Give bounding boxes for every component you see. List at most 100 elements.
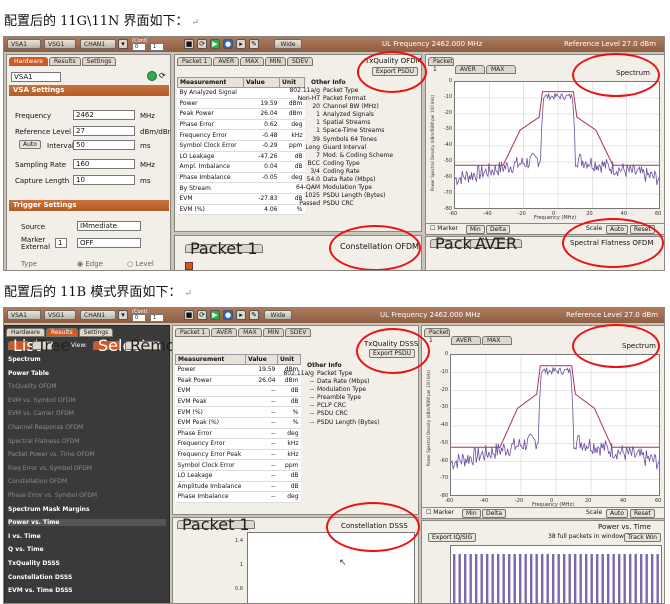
result-list-item[interactable]: EVM vs. Carrier OFDM: [8, 410, 74, 417]
tab-max[interactable]: MAX: [238, 328, 262, 337]
result-list-item[interactable]: Phase Error vs. Symbol OFDM: [8, 492, 97, 499]
vsa-select[interactable]: VSA1: [11, 72, 61, 82]
track-win-button[interactable]: Track Win: [624, 533, 661, 542]
tab-aver-spectrum[interactable]: AVER: [455, 65, 485, 74]
result-list-item[interactable]: Freq Error vs. Symbol OFDM: [8, 465, 92, 472]
result-list-item[interactable]: I vs. Time: [8, 533, 41, 540]
tab-aver-spectrum[interactable]: AVER: [451, 336, 481, 345]
tab-max[interactable]: MAX: [240, 57, 264, 66]
marker-checkbox[interactable]: ☐ Marker: [426, 509, 454, 516]
spin-value-b[interactable]: 1: [150, 314, 164, 322]
remove-button[interactable]: Remove: [125, 338, 195, 354]
checkbox-icon[interactable]: [185, 262, 193, 270]
tab-packet1-bottom[interactable]: Packet 1: [185, 241, 263, 257]
marker-delta-button[interactable]: Delta: [486, 225, 511, 234]
stop-icon[interactable]: ■: [184, 39, 194, 49]
tab-aver[interactable]: AVER: [213, 57, 240, 66]
trigger-type-edge[interactable]: ◉ Edge: [77, 260, 103, 268]
marker-external-label: Marker External: [21, 236, 51, 251]
play-icon[interactable]: ▶: [210, 39, 220, 49]
spin-value-a[interactable]: 0: [132, 43, 146, 51]
result-list-item[interactable]: Constellation DSSS: [8, 574, 72, 581]
single-shot-icon[interactable]: ▸: [236, 310, 246, 320]
record-icon[interactable]: ●: [223, 310, 233, 320]
tab-chan1[interactable]: CHAN1: [80, 39, 116, 49]
tab-packet1-bottom[interactable]: Packet 1: [177, 517, 255, 533]
measurement-value: -47.26: [243, 151, 280, 163]
trigger-type-level[interactable]: ○ Level: [127, 260, 154, 268]
chevron-down-icon[interactable]: ▾: [118, 39, 128, 49]
tab-hardware[interactable]: Hardware: [9, 57, 48, 66]
scale-reset-button[interactable]: Reset: [630, 509, 655, 518]
tab-aver-flatness[interactable]: AVER: [470, 236, 523, 252]
result-list-item[interactable]: Power Table: [8, 370, 49, 377]
spin-value-a[interactable]: 0: [132, 314, 146, 322]
marker-checkbox[interactable]: ☐ Marker: [430, 225, 458, 232]
result-list-item[interactable]: Q vs. Time: [8, 546, 44, 553]
chevron-down-icon[interactable]: ▾: [118, 310, 128, 320]
tab-max-spectrum[interactable]: MAX: [486, 65, 516, 74]
stop-icon[interactable]: ■: [184, 310, 194, 320]
result-list-item[interactable]: Spectral Flatness OFDM: [8, 438, 79, 445]
tab-sdev[interactable]: SDEV: [287, 57, 314, 66]
tab-results[interactable]: Results: [48, 57, 81, 66]
result-list-item[interactable]: EVM vs. Time DSSS: [8, 587, 73, 594]
select-button[interactable]: Select: [93, 338, 147, 354]
trigger-source-select[interactable]: IMmediate: [77, 221, 141, 231]
result-list-item[interactable]: TxQuality DSSS: [8, 560, 60, 567]
interval-input[interactable]: 50: [73, 140, 135, 150]
result-list-item[interactable]: Channel Response OFDM: [8, 424, 83, 431]
refresh-icon[interactable]: ⟳: [197, 39, 207, 49]
marker-min-button[interactable]: Min: [466, 225, 485, 234]
result-list-item[interactable]: Spectrum: [8, 356, 41, 363]
scale-auto-button[interactable]: Auto: [606, 225, 628, 234]
marker-min-button[interactable]: Min: [462, 509, 481, 518]
play-icon[interactable]: ▶: [210, 310, 220, 320]
marker-number-select[interactable]: 1: [55, 238, 67, 248]
tab-packet1-spectrum[interactable]: Packet 1: [424, 328, 450, 344]
wide-button[interactable]: Wide: [274, 39, 302, 49]
reference-level-input[interactable]: 27: [73, 126, 135, 136]
single-shot-icon[interactable]: ▸: [236, 39, 246, 49]
wrench-icon[interactable]: ✎: [249, 310, 259, 320]
result-list-item[interactable]: Spectrum Mask Margins: [8, 506, 90, 513]
tab-chan1[interactable]: CHAN1: [80, 310, 116, 320]
wide-button[interactable]: Wide: [264, 310, 292, 320]
refresh-icon[interactable]: ⟳: [159, 71, 166, 80]
spin-value-b[interactable]: 1: [150, 43, 164, 51]
sampling-rate-select[interactable]: 160: [73, 159, 135, 169]
tab-packet1-spectrum[interactable]: Packet 1: [428, 57, 454, 73]
tab-sdev[interactable]: SDEV: [285, 328, 312, 337]
scale-reset-button[interactable]: Reset: [630, 225, 655, 234]
export-psdu-button[interactable]: Export PSDU: [372, 67, 418, 76]
result-list-item[interactable]: Packet Power vs. Time OFDM: [8, 451, 95, 458]
tab-vsa1[interactable]: VSA1: [7, 39, 41, 49]
tab-settings[interactable]: Settings: [81, 57, 117, 66]
scale-auto-button[interactable]: Auto: [606, 509, 628, 518]
wrench-icon[interactable]: ✎: [249, 39, 259, 49]
marker-select[interactable]: OFF: [77, 238, 141, 248]
export-psdu-button[interactable]: Export PSDU: [369, 349, 415, 358]
tab-aver[interactable]: AVER: [211, 328, 238, 337]
auto-button[interactable]: Auto: [19, 140, 41, 149]
tab-min[interactable]: MIN: [264, 57, 286, 66]
result-list-item[interactable]: EVM vs. Symbol OFDM: [8, 397, 76, 404]
result-list-item[interactable]: Power vs. Time: [8, 519, 166, 527]
record-icon[interactable]: ●: [223, 39, 233, 49]
tab-vsg1[interactable]: VSG1: [44, 39, 76, 49]
result-list-item[interactable]: Constellation OFDM: [8, 478, 67, 485]
view-tree-button[interactable]: Tree: [32, 338, 70, 354]
frequency-input[interactable]: 2462: [73, 110, 135, 120]
view-list-button[interactable]: List: [8, 338, 41, 354]
marker-delta-button[interactable]: Delta: [482, 509, 507, 518]
export-iq-button[interactable]: Export IQ/SIG: [428, 533, 477, 542]
capture-length-input[interactable]: 10: [73, 175, 135, 185]
tab-packet1[interactable]: Packet 1: [177, 57, 213, 66]
result-list-item[interactable]: TxQuality OFDM: [8, 383, 57, 390]
refresh-icon[interactable]: ⟳: [197, 310, 207, 320]
tab-min[interactable]: MIN: [262, 328, 284, 337]
tab-vsg1[interactable]: VSG1: [44, 310, 76, 320]
tab-vsa1[interactable]: VSA1: [7, 310, 41, 320]
tab-packet1[interactable]: Packet 1: [175, 328, 211, 337]
tab-max-spectrum[interactable]: MAX: [482, 336, 512, 345]
